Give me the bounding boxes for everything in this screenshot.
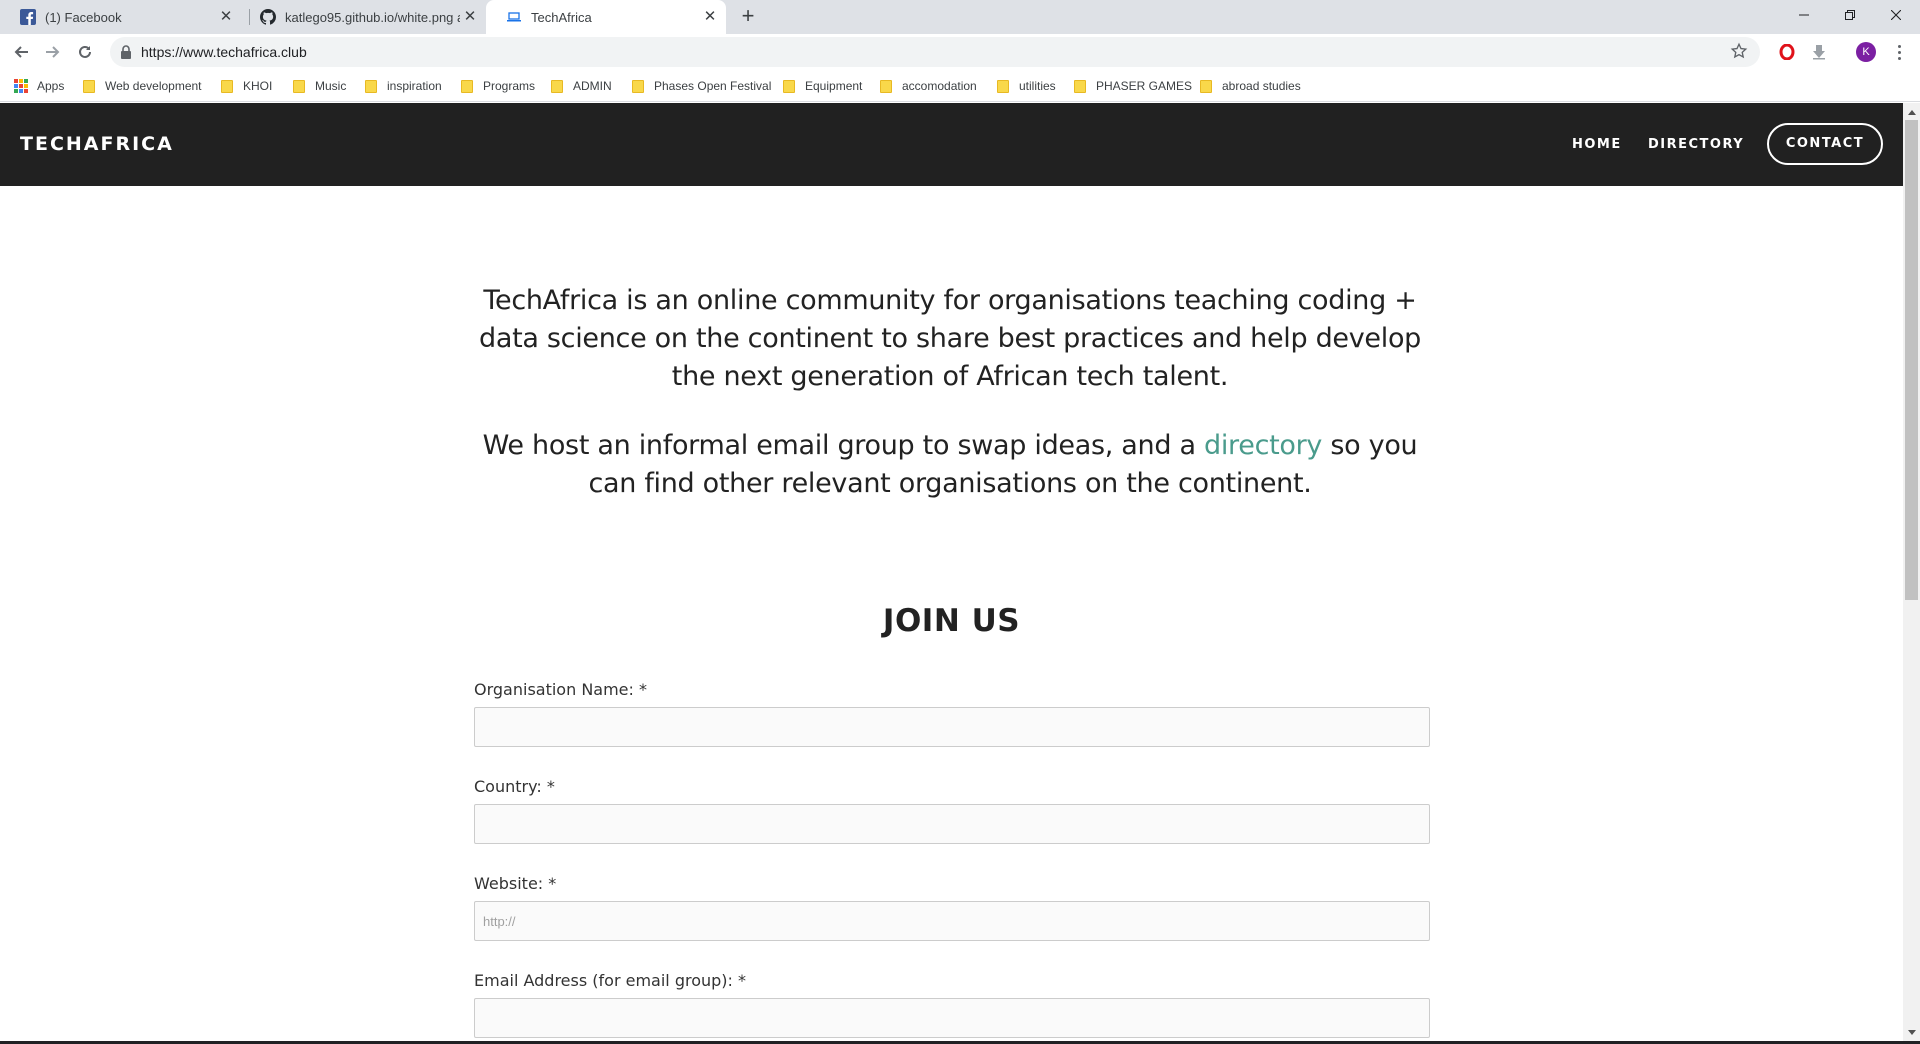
laptop-icon [506, 9, 522, 25]
tab-title: (1) Facebook [45, 9, 122, 25]
apps-grid-icon [14, 79, 28, 93]
bookmark-folder[interactable]: inspiration [365, 70, 442, 102]
folder-icon [1074, 79, 1086, 93]
bookmark-apps[interactable]: Apps [14, 70, 64, 102]
bookmark-star-icon[interactable] [1730, 42, 1748, 65]
directory-link[interactable]: directory [1204, 430, 1322, 461]
forward-button[interactable] [39, 38, 67, 66]
tab-title: katlego95.github.io/white.png at [285, 9, 460, 25]
folder-icon [461, 79, 473, 93]
back-arrow-icon [14, 46, 28, 58]
bookmark-label: ADMIN [573, 79, 612, 93]
nav-directory[interactable]: DIRECTORY [1648, 103, 1744, 186]
reload-icon [79, 45, 91, 58]
folder-icon [997, 79, 1009, 93]
page-scrollbar[interactable] [1903, 103, 1920, 1041]
bookmark-folder[interactable]: Web development [83, 70, 202, 102]
bookmark-label: inspiration [387, 79, 442, 93]
bookmark-folder[interactable]: KHOI [221, 70, 272, 102]
intro-text: We host an informal email group to swap … [482, 430, 1205, 461]
bookmark-folder[interactable]: PHASER GAMES [1074, 70, 1192, 102]
bookmark-label: Music [315, 79, 347, 93]
bookmark-label: abroad studies [1222, 79, 1301, 93]
folder-icon [293, 79, 305, 93]
close-tab-icon[interactable]: ✕ [218, 9, 234, 25]
folder-icon [783, 79, 795, 93]
close-tab-icon[interactable]: ✕ [462, 9, 478, 25]
bookmark-label: Programs [483, 79, 536, 93]
folder-icon [1200, 79, 1212, 93]
organisation-name-input[interactable] [474, 707, 1430, 747]
forward-arrow-icon [46, 46, 60, 58]
reload-button[interactable] [71, 38, 99, 66]
folder-icon [880, 79, 892, 93]
bookmark-label: Apps [37, 79, 65, 93]
address-bar[interactable]: https://www.techafrica.club [110, 37, 1760, 67]
opera-extension-icon[interactable] [1776, 41, 1798, 63]
bookmark-folder[interactable]: ADMIN [551, 70, 612, 102]
profile-avatar[interactable]: K [1856, 42, 1876, 62]
bookmark-folder[interactable]: abroad studies [1200, 70, 1301, 102]
bookmark-label: Phases Open Festival [654, 79, 772, 93]
email-label: Email Address (for email group): * [474, 971, 747, 990]
scroll-down-arrow-icon[interactable] [1903, 1024, 1920, 1041]
bookmark-folder[interactable]: Phases Open Festival [632, 70, 771, 102]
intro-paragraph: TechAfrica is an online community for or… [479, 285, 1421, 392]
tab-techafrica[interactable]: TechAfrica ✕ [486, 0, 726, 34]
bookmark-folder[interactable]: utilities [997, 70, 1056, 102]
bookmark-label: utilities [1019, 79, 1056, 93]
website-label: Website: * [474, 874, 557, 893]
url-text: https://www.techafrica.club [141, 44, 307, 60]
close-window-icon[interactable] [1873, 0, 1919, 30]
restore-icon[interactable] [1827, 0, 1873, 30]
bookmarks-bar: Apps Web development KHOI Music inspirat… [0, 70, 1920, 102]
tab-facebook[interactable]: (1) Facebook ✕ [0, 0, 242, 34]
browser-toolbar: https://www.techafrica.club K [0, 34, 1920, 70]
website-input[interactable] [474, 901, 1430, 941]
scroll-up-arrow-icon[interactable] [1903, 103, 1920, 120]
browser-menu-icon[interactable] [1888, 40, 1910, 64]
lock-icon [120, 44, 132, 65]
join-us-heading: JOIN US [882, 603, 1021, 639]
scrollbar-thumb[interactable] [1905, 120, 1918, 600]
folder-icon [221, 79, 233, 93]
minimize-icon[interactable] [1781, 0, 1827, 30]
folder-icon [632, 79, 644, 93]
country-label: Country: * [474, 777, 555, 796]
bookmark-label: PHASER GAMES [1096, 79, 1193, 93]
github-icon [260, 9, 276, 25]
intro-paragraph-email-group: We host an informal email group to swap … [470, 427, 1430, 503]
bookmark-folder[interactable]: accomodation [880, 70, 977, 102]
download-extension-icon[interactable] [1808, 41, 1830, 63]
close-tab-icon[interactable]: ✕ [702, 9, 718, 25]
tab-strip: (1) Facebook ✕ katlego95.github.io/white… [0, 0, 1920, 34]
bookmark-label: Equipment [805, 79, 863, 93]
folder-icon [83, 79, 95, 93]
bookmark-folder[interactable]: Equipment [783, 70, 862, 102]
page-viewport: TECHAFRICA HOME DIRECTORY CONTACT TechAf… [0, 103, 1903, 1041]
bookmark-label: Web development [105, 79, 202, 93]
site-header: TECHAFRICA HOME DIRECTORY CONTACT [0, 103, 1903, 186]
contact-button[interactable]: CONTACT [1767, 123, 1883, 165]
bookmark-label: KHOI [243, 79, 273, 93]
country-input[interactable] [474, 804, 1430, 844]
back-button[interactable] [7, 38, 35, 66]
folder-icon [365, 79, 377, 93]
tab-github[interactable]: katlego95.github.io/white.png at ✕ [240, 0, 486, 34]
bookmark-label: accomodation [902, 79, 977, 93]
new-tab-button[interactable]: + [737, 5, 759, 28]
nav-home[interactable]: HOME [1572, 103, 1622, 186]
bookmark-folder[interactable]: Music [293, 70, 346, 102]
bookmark-folder[interactable]: Programs [461, 70, 535, 102]
site-logo[interactable]: TECHAFRICA [20, 103, 174, 186]
folder-icon [551, 79, 563, 93]
organisation-name-label: Organisation Name: * [474, 680, 647, 699]
tab-title: TechAfrica [531, 9, 592, 25]
facebook-icon [20, 9, 36, 25]
email-input[interactable] [474, 998, 1430, 1038]
